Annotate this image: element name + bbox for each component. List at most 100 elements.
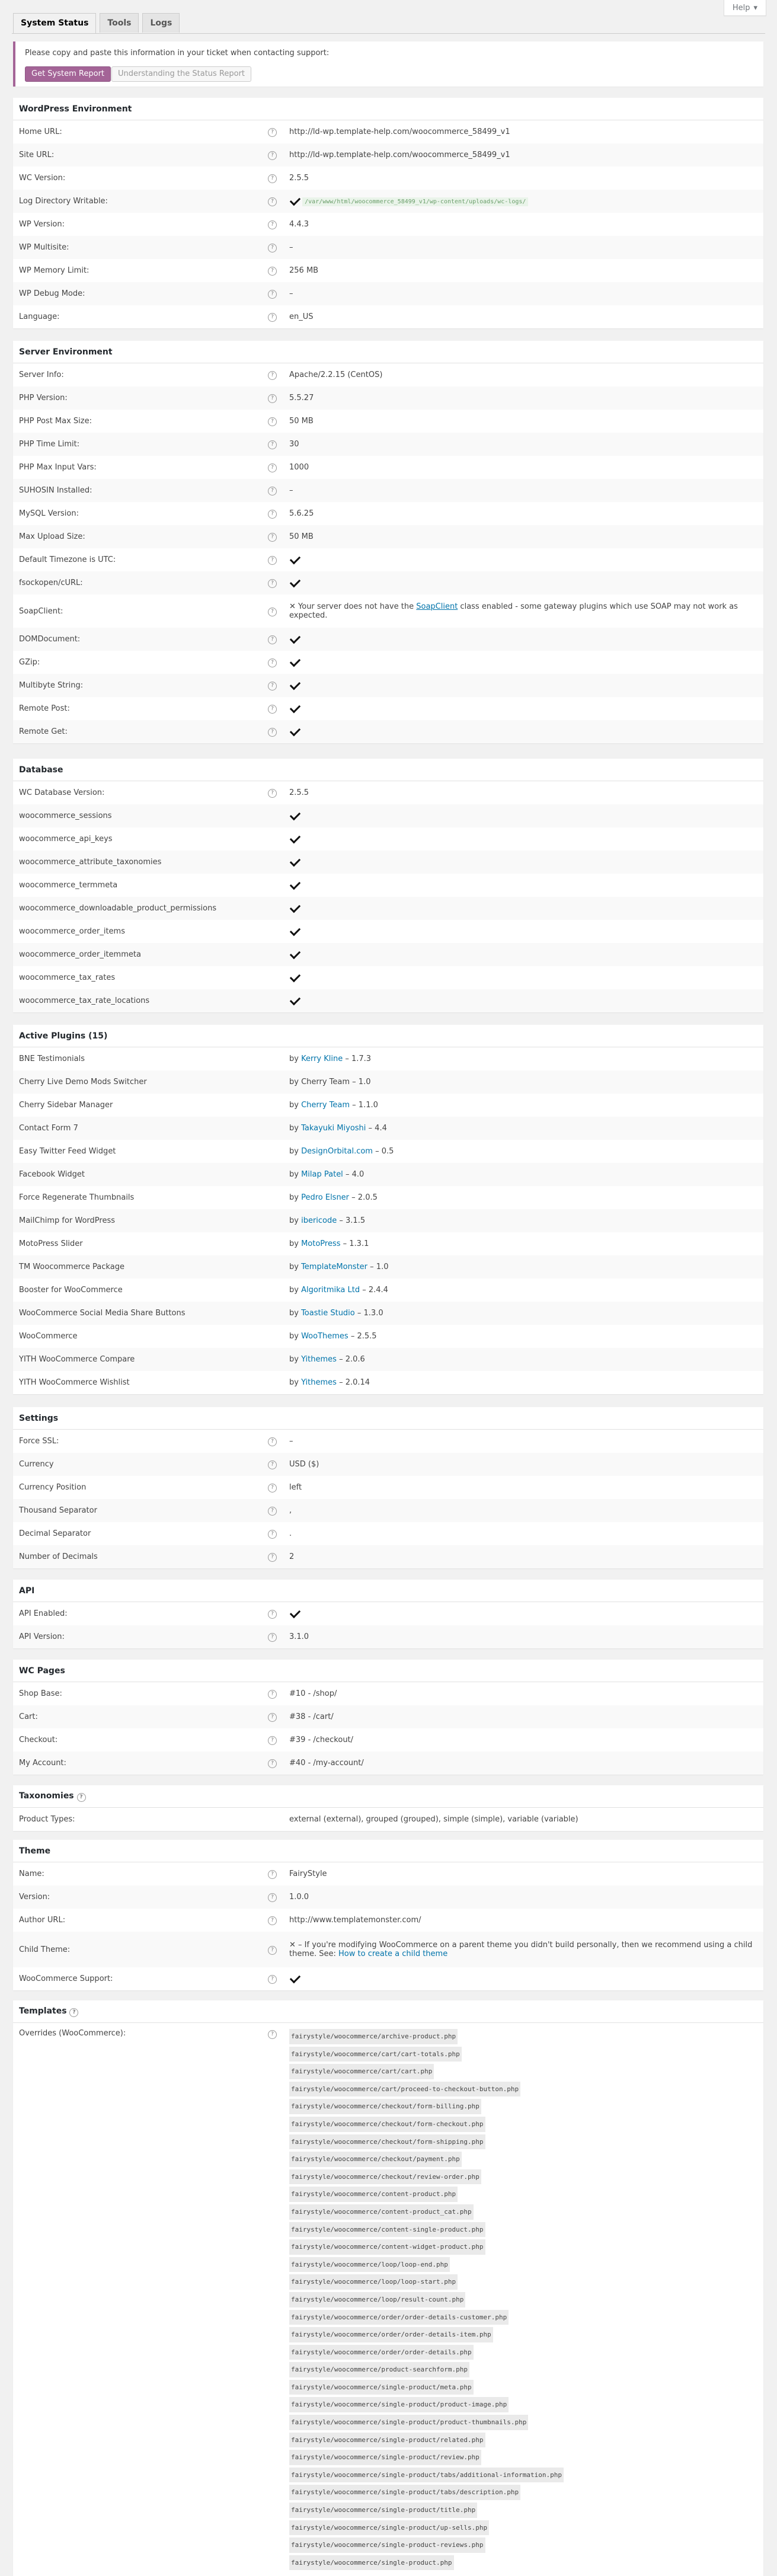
help-tip-icon[interactable]: ? xyxy=(268,789,277,798)
help-tip-icon[interactable]: ? xyxy=(268,1553,277,1562)
plugin-author-link[interactable]: ibericode xyxy=(301,1216,337,1225)
help-tip-icon[interactable]: ? xyxy=(77,1793,86,1802)
plugin-name-link[interactable]: Cherry Sidebar Manager xyxy=(13,1094,262,1117)
row-label: Decimal Separator xyxy=(13,1522,262,1545)
help-tip-icon[interactable]: ? xyxy=(268,608,277,616)
help-tip-icon[interactable]: ? xyxy=(268,1507,277,1516)
plugin-name-link[interactable]: YITH WooCommerce Wishlist xyxy=(13,1371,262,1394)
plugin-author-link[interactable]: Yithemes xyxy=(301,1378,337,1387)
row-value: 2.5.5 xyxy=(283,781,763,805)
help-tip-icon[interactable]: ? xyxy=(268,267,277,276)
help-tip-icon[interactable]: ? xyxy=(268,1610,277,1619)
help-tab-button[interactable]: Help▾ xyxy=(724,0,766,16)
plugin-name-link[interactable]: Booster for WooCommerce xyxy=(13,1279,262,1302)
plugin-author-link[interactable]: Algoritmika Ltd xyxy=(301,1286,360,1295)
help-tip-icon[interactable]: ? xyxy=(268,197,277,206)
help-tip-icon[interactable]: ? xyxy=(268,1736,277,1745)
help-tip-icon[interactable]: ? xyxy=(268,635,277,644)
plugin-author-link[interactable]: DesignOrbital.com xyxy=(301,1147,373,1156)
help-tip-icon[interactable]: ? xyxy=(268,682,277,691)
row-value: – xyxy=(283,479,763,502)
help-tip-icon[interactable]: ? xyxy=(268,1916,277,1925)
plugin-author-link[interactable]: Milap Patel xyxy=(301,1170,343,1179)
plugin-name-link[interactable]: YITH WooCommerce Compare xyxy=(13,1348,262,1371)
help-tip-icon[interactable]: ? xyxy=(268,1437,277,1446)
help-tip-icon[interactable]: ? xyxy=(268,128,277,137)
plugin-name-link[interactable]: Easy Twitter Feed Widget xyxy=(13,1140,262,1163)
help-tip-icon[interactable]: ? xyxy=(268,1713,277,1722)
child-theme-link[interactable]: How to create a child theme xyxy=(338,1949,447,1958)
plugin-author-link[interactable]: Toastie Studio xyxy=(301,1309,355,1318)
tab-tools[interactable]: Tools xyxy=(100,13,139,33)
row-label: WP Multisite: xyxy=(13,236,262,259)
help-tip-icon[interactable]: ? xyxy=(268,1633,277,1642)
chevron-down-icon: ▾ xyxy=(753,4,757,12)
row-label: DOMDocument: xyxy=(13,628,262,651)
help-tip-icon[interactable]: ? xyxy=(268,1893,277,1902)
row-value: http://www.templatemonster.com/ xyxy=(283,1909,763,1932)
help-tip-icon[interactable]: ? xyxy=(268,579,277,588)
page-link-cart[interactable]: Cart: xyxy=(13,1705,262,1728)
understanding-status-report-button[interactable]: Understanding the Status Report xyxy=(111,66,251,82)
plugin-author-link[interactable]: Pedro Elsner xyxy=(301,1193,349,1202)
template-file: fairystyle/woocommerce/loop/result-count… xyxy=(289,2292,465,2307)
plugin-name-link[interactable]: WooCommerce xyxy=(13,1325,262,1348)
help-label: Help xyxy=(733,4,750,12)
help-tip-icon[interactable]: ? xyxy=(268,533,277,542)
help-tip-icon[interactable]: ? xyxy=(268,313,277,322)
help-tip-icon[interactable]: ? xyxy=(268,510,277,519)
plugin-author-link[interactable]: Yithemes xyxy=(301,1355,337,1364)
help-tip-icon[interactable]: ? xyxy=(268,1484,277,1492)
plugin-author-link[interactable]: Cherry Team xyxy=(301,1101,350,1110)
help-tip-icon[interactable]: ? xyxy=(69,2008,78,2017)
help-tip-icon[interactable]: ? xyxy=(268,440,277,449)
plugin-name-link[interactable]: Force Regenerate Thumbnails xyxy=(13,1186,262,1209)
help-tip-icon[interactable]: ? xyxy=(268,290,277,299)
help-tip-icon[interactable]: ? xyxy=(268,705,277,714)
help-tip-icon[interactable]: ? xyxy=(268,220,277,229)
help-tip-icon[interactable]: ? xyxy=(268,417,277,426)
row-label: WP Version: xyxy=(13,213,262,236)
plugin-name-link[interactable]: Contact Form 7 xyxy=(13,1117,262,1140)
plugin-author-link[interactable]: Takayuki Miyoshi xyxy=(301,1124,366,1133)
plugin-author-link[interactable]: Kerry Kline xyxy=(301,1054,343,1063)
plugin-author-link[interactable]: WooThemes xyxy=(301,1332,348,1341)
plugin-author-link[interactable]: TemplateMonster xyxy=(301,1263,367,1271)
help-tip-icon[interactable]: ? xyxy=(268,151,277,160)
help-tip-icon[interactable]: ? xyxy=(268,1870,277,1879)
section-title-row: Templates ? xyxy=(13,2000,763,2023)
page-link-shop[interactable]: Shop Base: xyxy=(13,1682,262,1706)
tab-system-status[interactable]: System Status xyxy=(13,13,96,34)
plugin-name-link[interactable]: MotoPress Slider xyxy=(13,1232,262,1255)
plugin-name-link[interactable]: MailChimp for WordPress xyxy=(13,1209,262,1232)
help-tip-icon[interactable]: ? xyxy=(268,1759,277,1768)
help-tip-icon[interactable]: ? xyxy=(268,1690,277,1699)
help-tip-icon[interactable]: ? xyxy=(268,1975,277,1984)
row-value: FairyStyle xyxy=(283,1862,763,1886)
page-link-my-account[interactable]: My Account: xyxy=(13,1752,262,1775)
help-tip-icon[interactable]: ? xyxy=(268,464,277,472)
help-tip-icon[interactable]: ? xyxy=(268,174,277,183)
row-value: 1.0.0 xyxy=(283,1885,763,1909)
check-icon xyxy=(290,1607,300,1618)
plugin-author-link[interactable]: MotoPress xyxy=(301,1239,340,1248)
help-tip-icon[interactable]: ? xyxy=(268,1946,277,1955)
tab-logs[interactable]: Logs xyxy=(142,13,180,33)
soapclient-link[interactable]: SoapClient xyxy=(416,602,458,611)
page-link-checkout[interactable]: Checkout: xyxy=(13,1728,262,1752)
plugin-name-link[interactable]: WooCommerce Social Media Share Buttons xyxy=(13,1302,262,1325)
help-tip-icon[interactable]: ? xyxy=(268,487,277,496)
help-tip-icon[interactable]: ? xyxy=(268,728,277,737)
help-tip-icon[interactable]: ? xyxy=(268,659,277,667)
plugin-name-link[interactable]: BNE Testimonials xyxy=(13,1047,262,1071)
help-tip-icon[interactable]: ? xyxy=(268,556,277,565)
help-tip-icon[interactable]: ? xyxy=(268,394,277,403)
help-tip-icon[interactable]: ? xyxy=(268,371,277,380)
help-tip-icon[interactable]: ? xyxy=(268,1460,277,1469)
plugin-name-link[interactable]: Facebook Widget xyxy=(13,1163,262,1186)
help-tip-icon[interactable]: ? xyxy=(268,2030,277,2039)
help-tip-icon[interactable]: ? xyxy=(268,244,277,253)
help-tip-icon[interactable]: ? xyxy=(268,1530,277,1539)
get-system-report-button[interactable]: Get System Report xyxy=(25,66,111,82)
template-file: fairystyle/woocommerce/loop/loop-start.p… xyxy=(289,2274,458,2290)
